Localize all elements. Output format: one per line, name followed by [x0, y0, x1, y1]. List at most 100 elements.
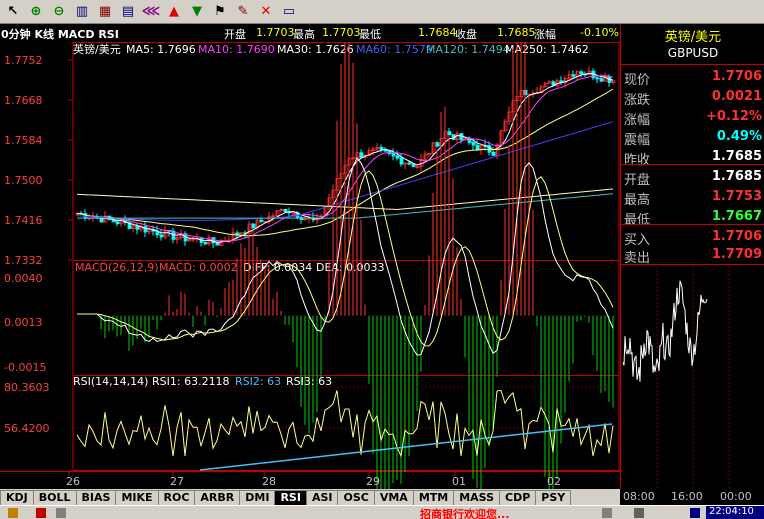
tab-bias[interactable]: BIAS	[75, 490, 117, 505]
tab-mike[interactable]: MIKE	[115, 490, 159, 505]
candle-body	[215, 242, 220, 246]
xaxis-label: 27	[170, 475, 184, 488]
candle-body	[235, 232, 240, 236]
panel-title: 英镑/美元	[664, 30, 722, 45]
monitor-icon[interactable]: ▭	[278, 2, 300, 22]
eraser-icon[interactable]: ✎	[232, 2, 254, 22]
candle-body	[571, 74, 576, 77]
candle-body	[407, 162, 412, 165]
candle-chart-icon[interactable]: ▦	[94, 2, 116, 22]
tab-roc[interactable]: ROC	[157, 490, 196, 505]
rsi-ytick: 56.4200	[4, 422, 50, 435]
tab-kdj[interactable]: KDJ	[0, 490, 34, 505]
candle-body	[599, 78, 604, 82]
quote-row: 开盘 1.7685	[621, 168, 764, 188]
macd-ytick: 0.0013	[4, 316, 43, 329]
chart-area[interactable]: 英镑/美元 MA5: 1.7696 MA10: 1.7690 MA30: 1.7…	[0, 42, 620, 489]
ma30-label: MA30: 1.7626	[277, 43, 354, 56]
macd-ytick: -0.0015	[4, 361, 46, 374]
news-ticker[interactable]: 招商银行欢迎您...	[420, 506, 510, 519]
down-arrow-icon[interactable]: ▼	[186, 2, 208, 22]
kline-ytick: 1.7332	[4, 254, 43, 267]
rsi-layer	[76, 389, 614, 471]
quote-value: +0.12%	[706, 109, 762, 124]
up-arrow-icon[interactable]: ▲	[163, 2, 185, 22]
tab-vma[interactable]: VMA	[373, 490, 414, 505]
xaxis-label: 29	[366, 475, 380, 488]
status-bar: 招商银行欢迎您... 22:04:10	[0, 505, 764, 519]
quote-label: 震幅	[624, 133, 651, 148]
toolbar: ↖ ⊕ ⊖ ▥ ▦ ▤ ⋘ ▲ ▼ ⚑ ✎ ✕ ▭	[0, 0, 764, 24]
rsi-title: RSI(14,14,14)	[73, 375, 148, 388]
candle-body	[251, 223, 256, 229]
bar-chart-icon[interactable]: ▥	[71, 2, 93, 22]
rsi-ytick: 80.3603	[4, 381, 50, 394]
fan-icon[interactable]: ⋘	[140, 2, 162, 22]
time-xaxis: 26 27 28 29 01 02	[66, 471, 561, 488]
tray-icon[interactable]	[8, 508, 18, 518]
quote-label: 最低	[624, 213, 651, 228]
tab-asi[interactable]: ASI	[305, 490, 339, 505]
close-icon[interactable]: ✕	[255, 2, 277, 22]
macd-title: MACD(26,12,9)	[75, 261, 159, 274]
tab-mass[interactable]: MASS	[453, 490, 501, 505]
grid-icon[interactable]: ▤	[117, 2, 139, 22]
time-label: 08:00	[623, 490, 655, 503]
quote-value: 0.0021	[711, 89, 762, 104]
candle-body	[435, 142, 440, 147]
zoom-out-icon[interactable]: ⊖	[48, 2, 70, 22]
quote-row: 现价 1.7706	[621, 68, 764, 88]
quote-row: 震幅 0.49%	[621, 128, 764, 148]
cursor-icon[interactable]: ↖	[2, 2, 24, 22]
tab-arbr[interactable]: ARBR	[194, 490, 241, 505]
candle-body	[379, 147, 384, 150]
tray-icon[interactable]	[634, 508, 644, 518]
candle-body	[283, 208, 288, 213]
rsi1-line	[76, 389, 614, 458]
candle-body	[115, 221, 120, 225]
kline-ytick: 1.7752	[4, 54, 43, 67]
candle-body	[203, 242, 208, 245]
panel-symbol: GBPUSD	[667, 46, 719, 60]
rsi3-value: RSI3: 63	[286, 375, 332, 388]
tab-psy[interactable]: PSY	[535, 490, 572, 505]
zoom-in-icon[interactable]: ⊕	[25, 2, 47, 22]
quote-row: 卖出 1.7709	[621, 246, 764, 266]
open-label: 开盘	[224, 28, 246, 41]
xaxis-label: 26	[66, 475, 80, 488]
kline-legend-name: 英镑/美元	[73, 42, 121, 56]
candle-body	[595, 77, 600, 80]
quote-label: 最高	[624, 193, 651, 208]
indicator-tabs: KDJ BOLL BIAS MIKE ROC ARBR DMI RSI ASI OSC VMA MTM…	[0, 489, 620, 505]
quote-label: 昨收	[624, 153, 651, 168]
tray-icon[interactable]	[690, 508, 700, 518]
flag-icon[interactable]: ⚑	[209, 2, 231, 22]
status-clock: 22:04:10	[706, 506, 764, 519]
macd-yaxis: 0.0040 0.0013 -0.0015	[4, 272, 46, 374]
panel-divider	[621, 224, 764, 225]
rsi-yaxis: 80.3603 56.4200	[4, 381, 619, 435]
tray-icon[interactable]	[36, 508, 46, 518]
candle-body	[391, 153, 396, 157]
tab-cdp[interactable]: CDP	[499, 490, 537, 505]
quote-value: 1.7667	[711, 209, 762, 224]
ma120-label: MA120: 1.7494	[426, 43, 510, 56]
tray-icon[interactable]	[56, 508, 66, 518]
tab-dmi[interactable]: DMI	[239, 490, 276, 505]
quote-row: 最高 1.7753	[621, 188, 764, 208]
time-label: 16:00	[671, 490, 703, 503]
kline-yaxis: 1.7752 1.7668 1.7584 1.7500 1.7416 1.7332	[4, 54, 73, 267]
quote-value: 1.7753	[711, 189, 762, 204]
tab-osc[interactable]: OSC	[337, 490, 375, 505]
xaxis-label: 28	[262, 475, 276, 488]
quote-label: 涨幅	[624, 113, 651, 128]
tab-boll[interactable]: BOLL	[32, 490, 77, 505]
intraday-minichart[interactable]	[621, 266, 764, 489]
ma5-label: MA5: 1.7696	[126, 43, 196, 56]
tray-icon[interactable]	[602, 508, 612, 518]
kline-ytick: 1.7416	[4, 214, 43, 227]
quote-label: 开盘	[624, 173, 651, 188]
tab-rsi[interactable]: RSI	[274, 490, 307, 505]
tab-mtm[interactable]: MTM	[412, 490, 455, 505]
xaxis-label: 01	[452, 475, 466, 488]
